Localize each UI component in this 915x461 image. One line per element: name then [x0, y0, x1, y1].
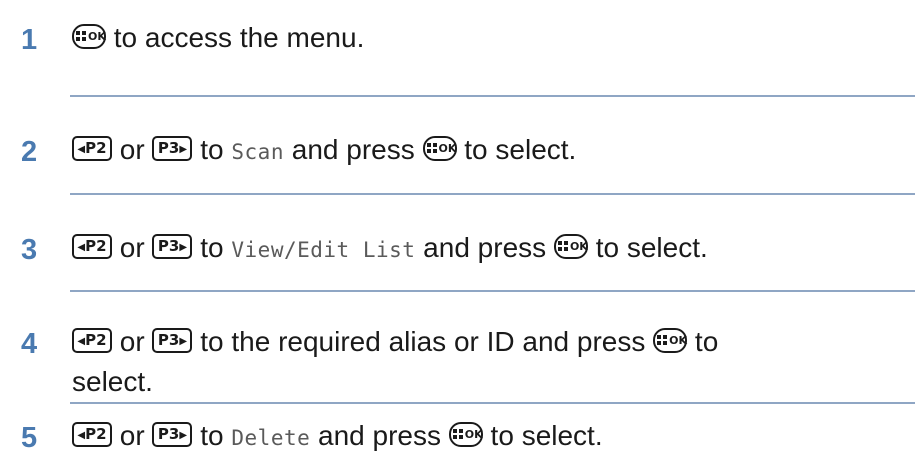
step-instruction-continuation: select.: [72, 366, 153, 397]
instruction-text: and press: [310, 420, 449, 451]
instruction-text: to select.: [482, 420, 603, 451]
step-number: 5: [21, 422, 38, 454]
step-instruction: ◀P2 or P3▶ to Scan and press OK to selec…: [72, 136, 576, 164]
step-instruction: ◀P2 or P3▶ to Delete and press OK to sel…: [72, 422, 603, 450]
p3-right-key-icon: P3▶: [152, 422, 193, 447]
instruction-text: to the required alias or ID and press: [192, 326, 654, 357]
p3-right-key-icon: P3▶: [152, 234, 193, 259]
instruction-text: to select.: [587, 232, 708, 263]
instruction-text: to: [192, 232, 232, 263]
p3-right-key-icon: P3▶: [152, 328, 193, 353]
p2-left-key-icon: ◀P2: [72, 234, 112, 259]
step-number: 3: [21, 234, 38, 266]
p2-left-key-icon: ◀P2: [72, 136, 112, 161]
instruction-text: to: [687, 326, 719, 357]
instruction-text: to: [192, 134, 232, 165]
menu-item-text: View/Edit List: [231, 238, 416, 262]
ok-menu-key-icon: OK: [448, 422, 483, 447]
step-instruction: ◀P2 or P3▶ to the required alias or ID a…: [72, 328, 718, 356]
instruction-text: or: [112, 326, 153, 357]
ok-menu-key-icon: OK: [422, 136, 457, 161]
step-divider: [70, 95, 915, 97]
instruction-text: and press: [283, 134, 423, 165]
p2-left-key-icon: ◀P2: [72, 422, 112, 447]
instruction-text: and press: [415, 232, 554, 263]
step-divider: [70, 193, 915, 195]
step-number: 2: [21, 136, 38, 168]
menu-item-text: Delete: [231, 426, 311, 450]
ok-menu-key-icon: OK: [553, 234, 588, 259]
p2-left-key-icon: ◀P2: [72, 328, 112, 353]
step-divider: [70, 402, 915, 404]
p3-right-key-icon: P3▶: [152, 136, 193, 161]
menu-item-text: Scan: [231, 140, 284, 164]
instruction-text: or: [112, 134, 153, 165]
instruction-text: or: [112, 232, 153, 263]
step-divider: [70, 290, 915, 292]
ok-menu-key-icon: OK: [653, 328, 688, 353]
instruction-text: or: [112, 420, 153, 451]
ok-menu-key-icon: OK: [72, 24, 106, 49]
instruction-text: to select.: [456, 134, 577, 165]
step-instruction: ◀P2 or P3▶ to View/Edit List and press O…: [72, 234, 708, 262]
instruction-text: to access the menu.: [106, 22, 365, 53]
step-number: 4: [21, 328, 38, 360]
step-instruction: OK to access the menu.: [72, 24, 364, 52]
instruction-text: to: [192, 420, 232, 451]
step-number: 1: [21, 24, 38, 56]
